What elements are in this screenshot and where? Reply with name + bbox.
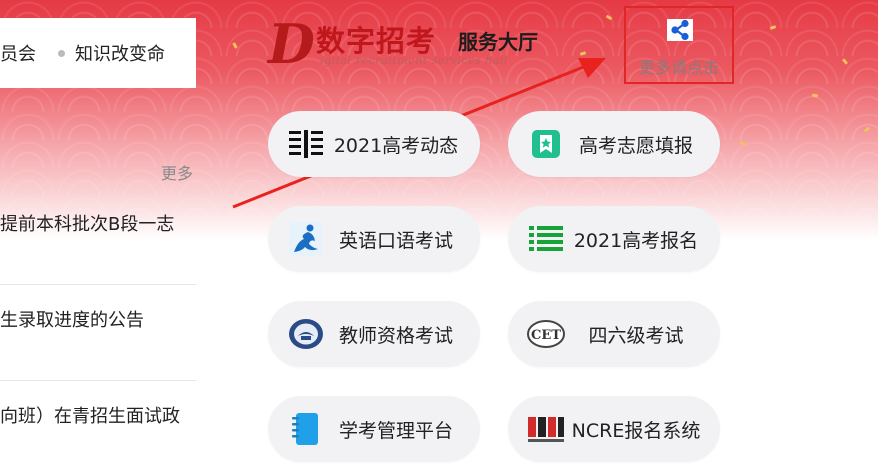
service-label: 高考志愿填报 [578,134,693,157]
site-logo[interactable]: D 数字招考 服务大厅 igital recruitment services … [268,12,568,76]
service-cet[interactable]: CET 四六级考试 [508,301,720,367]
news-list: 更多 提前本科批次B段一志 生录取进度的公告 向班）在青招生面试政 [0,150,196,476]
logo-english: igital recruitment services hall [320,54,508,67]
bullet-dot-icon [58,49,65,57]
logo-subtitle: 服务大厅 [458,30,538,54]
notice-text[interactable]: 知识改变命 [75,40,165,66]
runner-icon [286,219,326,259]
share-label[interactable]: 更多请点击 [626,54,732,78]
service-xuekao-platform[interactable]: 学考管理平台 [268,396,480,462]
service-label: 英语口语考试 [338,229,453,252]
notice-ticker[interactable]: 员会 知识改变命 [0,18,196,88]
more-share-button[interactable]: 更多请点击 [624,6,734,84]
service-label: 四六级考试 [588,324,684,347]
notebook-icon [286,409,326,449]
divider [0,284,196,285]
news-columns-icon [286,124,326,164]
service-teacher-cert[interactable]: 教师资格考试 [268,301,480,367]
service-gaokao-register[interactable]: 2021高考报名 [508,206,720,272]
service-label: 教师资格考试 [338,324,453,347]
service-gaokao-news[interactable]: 2021高考动态 [268,111,480,177]
news-item[interactable]: 生录取进度的公告 [0,306,196,332]
service-volunteer-fill[interactable]: 高考志愿填报 [508,111,720,177]
service-label: 2021高考报名 [573,229,699,252]
news-item[interactable]: 向班）在青招生面试政 [0,402,196,428]
notice-text[interactable]: 员会 [0,40,36,66]
service-label: NCRE报名系统 [571,419,701,442]
svg-text:CET: CET [531,328,561,343]
cet-icon: CET [526,314,566,354]
news-item[interactable]: 提前本科批次B段一志 [0,210,196,236]
service-english-oral[interactable]: 英语口语考试 [268,206,480,272]
logo-letter: D [268,12,315,76]
bookmark-star-icon [526,124,566,164]
emblem-icon [286,314,326,354]
service-ncre[interactable]: NCRE报名系统 [508,396,720,462]
ncre-logo-icon [526,409,566,449]
list-icon [526,219,566,259]
service-label: 2021高考动态 [333,134,459,157]
more-link[interactable]: 更多 [161,160,193,184]
service-label: 学考管理平台 [338,419,453,442]
share-icon[interactable] [667,19,693,41]
divider [0,380,196,381]
